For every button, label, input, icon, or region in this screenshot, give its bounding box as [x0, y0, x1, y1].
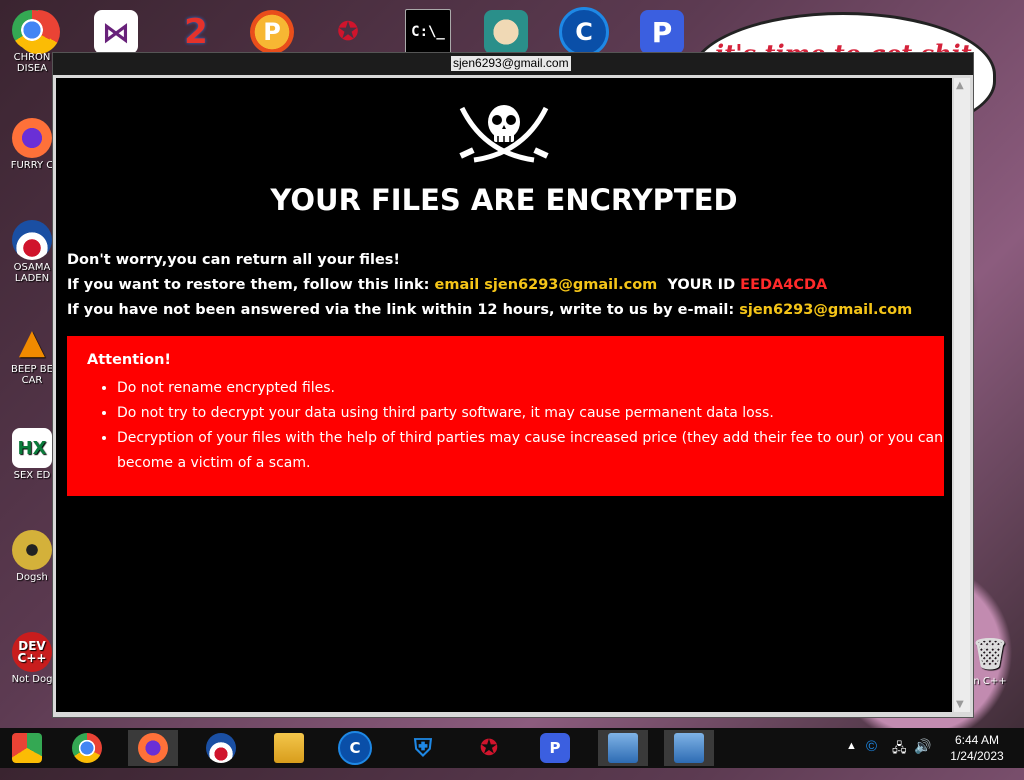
ransom-message: Don't worry,you can return all your file… [67, 248, 912, 323]
taskbar: C ⛨ ✪ P ▲ © 🖧 🔊 6:44 AM 1/24/2023 [0, 728, 1024, 768]
taskbar-network-2[interactable] [664, 730, 714, 766]
desktop-icon-beep[interactable]: ▲ BEEP BE CAR [6, 322, 58, 386]
desktop-icon-label: OSAMA LADEN [13, 262, 51, 284]
tray-c-icon[interactable]: © [866, 738, 877, 778]
skull-crossbones-icon [459, 105, 549, 163]
visual-studio-icon[interactable]: ⋈ [90, 6, 142, 58]
message-line-3: If you have not been answered via the li… [67, 298, 912, 323]
attention-title: Attention! [87, 352, 172, 368]
obama-logo-icon [12, 220, 52, 260]
attention-item: Do not try to decrypt your data using th… [117, 401, 947, 426]
firefox-icon [138, 733, 168, 763]
network-computer-icon [608, 733, 638, 763]
ransom-content: YOUR FILES ARE ENCRYPTED Don't worry,you… [56, 78, 952, 712]
window-titlebar[interactable]: sjen6293@gmail.com [53, 53, 973, 75]
desktop-icon-label: Not Dog [11, 674, 53, 685]
attention-item: Do not rename encrypted files. [117, 376, 947, 401]
taskbar-chrome[interactable] [62, 730, 112, 766]
taskbar-shield[interactable]: ⛨ [398, 730, 448, 766]
chrome-alt-icon [12, 733, 42, 763]
scroll-up-icon[interactable]: ▲ [956, 80, 964, 91]
attention-list: Do not rename encrypted files. Do not tr… [87, 376, 947, 476]
contact-email-link[interactable]: email sjen6293@gmail.com [435, 277, 658, 293]
desktop-icon-label: SEX ED [13, 470, 51, 481]
desktop-icon-chron[interactable]: CHRON DISEA [6, 10, 58, 74]
obama-logo-icon [206, 733, 236, 763]
taskbar-c-app[interactable]: C [330, 730, 380, 766]
taskbar-p-app[interactable]: P [530, 730, 580, 766]
backup-email[interactable]: sjen6293@gmail.com [739, 302, 912, 318]
ransom-window: sjen6293@gmail.com YOUR FILES ARE ENCRYP… [52, 52, 974, 718]
vlc-icon: ▲ [18, 322, 46, 362]
headline: YOUR FILES ARE ENCRYPTED [270, 183, 738, 217]
clock-date: 1/24/2023 [950, 749, 1004, 763]
tray-expand-icon[interactable]: ▲ [846, 740, 857, 780]
red-emblem-icon: ✪ [479, 735, 499, 761]
attention-item: Decryption of your files with the help o… [117, 426, 947, 476]
devcpp-icon: DEV C++ [12, 632, 52, 672]
terminal-icon[interactable]: C:\_ [402, 6, 454, 58]
shield-icon: ⛨ [414, 734, 432, 762]
p-app-icon[interactable]: P [636, 6, 688, 58]
victim-id: EEDA4CDA [740, 277, 828, 293]
desktop-icon-label: BEEP BE CAR [11, 364, 53, 386]
taskbar-red-emblem[interactable]: ✪ [464, 730, 514, 766]
vertical-scrollbar[interactable]: ▲ ▼ [954, 78, 970, 712]
hx-icon: HX [12, 428, 52, 468]
window-title: sjen6293@gmail.com [451, 56, 571, 71]
taskbar-network-1[interactable] [598, 730, 648, 766]
network-computer-icon [674, 733, 704, 763]
firefox-icon [12, 118, 52, 158]
desktop-icon-furry[interactable]: FURRY C [6, 118, 58, 171]
taskbar-obama[interactable] [196, 730, 246, 766]
clock-time: 6:44 AM [954, 733, 1000, 747]
desktop-icon-dogsh[interactable]: Dogsh [6, 530, 58, 583]
desktop-icon-sexed[interactable]: HX SEX ED [6, 428, 58, 481]
line2-prefix: If you want to restore them, follow this… [67, 277, 430, 293]
desktop-icon-label: FURRY C [10, 160, 54, 171]
p-app-icon: P [540, 733, 570, 763]
volume-icon[interactable]: 🔊 [914, 738, 931, 778]
chrome-icon [12, 10, 52, 50]
cartoon-icon[interactable] [480, 6, 532, 58]
line3-prefix: If you have not been answered via the li… [67, 302, 735, 318]
network-icon[interactable]: 🖧 [892, 739, 907, 779]
c-circle-icon: C [338, 731, 372, 765]
message-line-2: If you want to restore them, follow this… [67, 273, 912, 298]
p-ball-icon[interactable]: P [246, 6, 298, 58]
desktop-icon-osama[interactable]: OSAMA LADEN [6, 220, 58, 284]
scroll-down-icon[interactable]: ▼ [956, 699, 964, 710]
attention-box: Attention! Do not rename encrypted files… [67, 336, 944, 496]
disc-icon [12, 530, 52, 570]
c-circle-icon[interactable]: C [558, 6, 610, 58]
red-emblem-icon[interactable]: ✪ [322, 6, 374, 58]
taskbar-firefox[interactable] [128, 730, 178, 766]
desktop-icon-notdog[interactable]: DEV C++ Not Dog [6, 632, 58, 685]
chrome-icon [72, 733, 102, 763]
taskbar-file-explorer[interactable] [264, 730, 314, 766]
id-label: YOUR ID [667, 277, 736, 293]
system-clock[interactable]: 6:44 AM 1/24/2023 [935, 732, 1019, 764]
taskbar-chrome-alt[interactable] [2, 730, 52, 766]
message-line-1: Don't worry,you can return all your file… [67, 252, 401, 268]
desktop-icon-label: Dogsh [16, 572, 48, 583]
recycle-bin-icon: 🗑 [970, 636, 1010, 672]
file-explorer-icon [274, 733, 304, 763]
number-two-icon[interactable]: 2 [170, 6, 222, 58]
desktop-icon-label: CHRON DISEA [13, 52, 51, 74]
